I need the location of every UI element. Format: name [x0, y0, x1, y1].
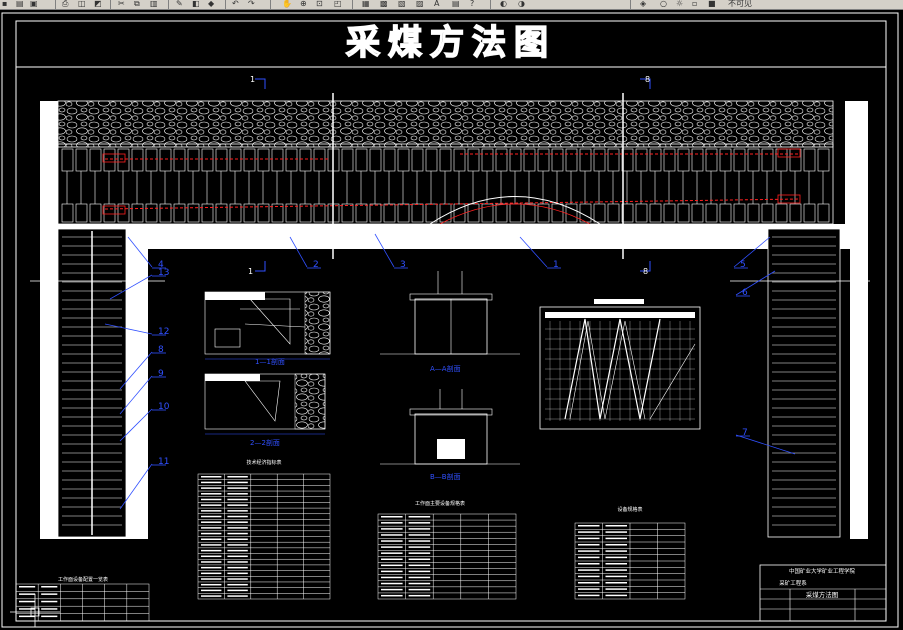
help-icon[interactable]: ? [470, 0, 474, 8]
callout-number: 6 [742, 288, 748, 298]
open-file-icon[interactable]: ▤ [16, 0, 24, 8]
layer-manager-icon[interactable]: ◈ [640, 0, 646, 8]
callout-number: 11 [158, 457, 169, 467]
paste-icon[interactable]: ▥ [150, 0, 158, 8]
layer-state-icon[interactable]: ◐ [500, 0, 507, 8]
undo-icon[interactable]: ↶ [232, 0, 239, 8]
section-mark-8-top-label: 8 [645, 75, 650, 84]
section-mark-1-bottom [255, 261, 266, 272]
copy-icon[interactable]: ⧉ [134, 0, 140, 8]
layer-dropdown-label[interactable]: 不可见 [728, 0, 752, 8]
sun-icon[interactable]: ☼ [676, 0, 683, 8]
quickcalc-icon[interactable]: ▤ [452, 0, 460, 8]
cycle-operation-diagram [539, 299, 701, 430]
callout-number: 8 [158, 345, 164, 355]
hydraulic-supports [61, 148, 830, 223]
table-haulage-title: 工作面主要设备规格表 [415, 500, 465, 507]
section-b-b-label: B—B剖面 [430, 472, 461, 481]
callout-number: 13 [158, 268, 169, 278]
layer-icon[interactable]: ◆ [208, 0, 214, 8]
section-mark-1-top [255, 78, 266, 89]
title-block-institution: 中国矿业大学矿业工程学院 [789, 567, 856, 575]
data-table [377, 513, 517, 600]
markup-icon[interactable]: A [434, 0, 439, 8]
callout-number: 12 [158, 327, 169, 337]
properties-icon[interactable]: ▦ [362, 0, 370, 8]
callout-number: 2 [313, 260, 319, 270]
lock-icon[interactable]: ▫ [692, 0, 697, 8]
data-table [15, 583, 150, 622]
section-a-a-label: A—A剖面 [430, 364, 461, 373]
match-properties-icon[interactable]: ✎ [176, 0, 183, 8]
zoom-previous-icon[interactable]: ◰ [334, 0, 342, 8]
publish-icon[interactable]: ◩ [94, 0, 102, 8]
color-swatch-icon[interactable]: ■ [708, 0, 716, 8]
section-mark-1-bottom-label: 1 [248, 267, 253, 276]
section-b-b-drawing: B—B剖面 [380, 389, 520, 481]
callout-number: 9 [158, 369, 164, 379]
drawing-title: 采煤方法图 [346, 23, 556, 63]
section-mark-8-bottom-label: 8 [643, 267, 648, 276]
tool-palette-icon[interactable]: ▧ [398, 0, 406, 8]
callout-number: 10 [158, 402, 170, 412]
title-block-drawing-name: 采煤方法图 [806, 590, 839, 599]
layer-previous-icon[interactable]: ◑ [518, 0, 525, 8]
table-specs-title: 设备规格表 [617, 506, 642, 513]
callout-number: 3 [400, 260, 406, 270]
bulb-icon[interactable]: ○ [660, 0, 667, 8]
roof-rock-band [57, 100, 834, 148]
new-file-icon[interactable]: ▪ [2, 0, 7, 8]
section-2-2-label: 2—2剖面 [250, 438, 280, 447]
callout-number: 5 [740, 260, 746, 270]
zoom-realtime-icon[interactable]: ⊕ [300, 0, 307, 8]
table-equipment-title: 工作面设备配置一览表 [58, 576, 108, 583]
right-gate-road [767, 228, 841, 538]
cut-icon[interactable]: ✂ [118, 0, 125, 8]
preview-icon[interactable]: ◫ [78, 0, 86, 8]
save-icon[interactable]: ▣ [30, 0, 38, 8]
zoom-window-icon[interactable]: ⊡ [316, 0, 323, 8]
callout-number: 1 [553, 260, 559, 270]
section-1-1-label: 1—1剖面 [255, 357, 285, 366]
title-block-department: 采矿工程系 [779, 579, 807, 587]
design-center-icon[interactable]: ▩ [380, 0, 388, 8]
data-table [574, 522, 686, 600]
pan-icon[interactable]: ✋ [282, 0, 292, 8]
redo-icon[interactable]: ↷ [248, 0, 255, 8]
table-tech-economic-title: 技术经济指标表 [246, 459, 281, 466]
block-editor-icon[interactable]: ◧ [192, 0, 200, 8]
data-table [197, 473, 331, 600]
sheet-set-icon[interactable]: ▨ [416, 0, 424, 8]
section-mark-1-top-label: 1 [250, 75, 255, 84]
section-1-1-drawing: 1—1剖面 [204, 291, 331, 366]
section-2-2-drawing: 2—2剖面 [204, 373, 326, 447]
cad-drawing-canvas: 采煤方法图 1 8 1 8 12 34 5678910111213 1—1剖面 … [1, 12, 899, 628]
callout-number: 7 [742, 428, 748, 438]
print-icon[interactable]: ⎙ [62, 0, 68, 8]
section-a-a-drawing: A—A剖面 [380, 271, 520, 373]
